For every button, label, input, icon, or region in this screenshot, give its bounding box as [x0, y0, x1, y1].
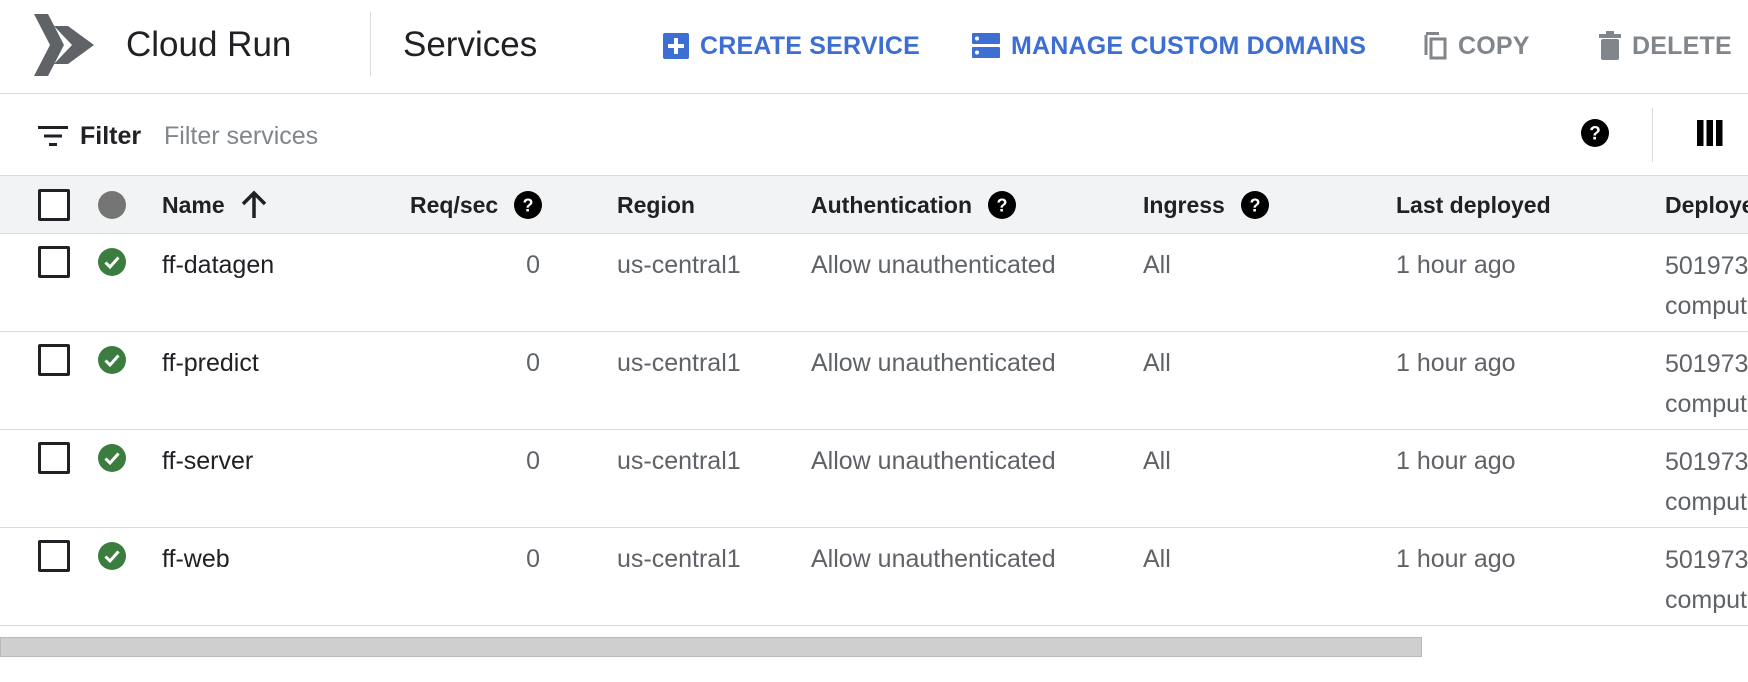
- help-icon[interactable]: ?: [514, 191, 543, 219]
- horizontal-scrollbar[interactable]: [0, 637, 1422, 657]
- status-ok-icon: [98, 444, 126, 472]
- svg-text:?: ?: [523, 196, 534, 216]
- create-service-button[interactable]: CREATE SERVICE: [662, 24, 920, 68]
- manage-custom-domains-label: MANAGE CUSTOM DOMAINS: [1011, 31, 1367, 60]
- status-header-icon: [98, 191, 126, 219]
- column-deployed-by-label: Deploye: [1665, 191, 1748, 218]
- deployed-by-line1: 501973: [1665, 252, 1748, 280]
- delete-label: DELETE: [1632, 31, 1732, 60]
- status-ok-icon: [98, 542, 126, 570]
- status-ok-icon: [98, 248, 126, 276]
- authentication-value: Allow unauthenticated: [811, 251, 1056, 279]
- deployed-by-value: 501973 comput: [1665, 246, 1748, 326]
- help-icon[interactable]: ?: [988, 191, 1016, 219]
- column-header-authentication[interactable]: Authentication ?: [811, 176, 1016, 234]
- header-divider: [370, 12, 371, 76]
- deployed-by-value: 501973 comput: [1665, 540, 1748, 620]
- table-row[interactable]: ff-datagen 0 us-central1 Allow unauthent…: [0, 234, 1748, 332]
- row-checkbox[interactable]: [38, 442, 70, 474]
- sort-ascending-icon[interactable]: [241, 190, 267, 220]
- req-sec-value: 0: [526, 349, 540, 377]
- req-sec-value: 0: [526, 251, 540, 279]
- column-display-icon[interactable]: [1697, 120, 1723, 146]
- deployed-by-value: 501973 comput: [1665, 344, 1748, 424]
- status-ok-icon: [98, 346, 126, 374]
- deployed-by-line1: 501973: [1665, 448, 1748, 476]
- region-value: us-central1: [617, 545, 741, 573]
- region-value: us-central1: [617, 447, 741, 475]
- select-all-checkbox[interactable]: [38, 189, 70, 221]
- column-ingress-label: Ingress: [1143, 191, 1225, 218]
- manage-custom-domains-button[interactable]: MANAGE CUSTOM DOMAINS: [971, 24, 1366, 68]
- product-name: Cloud Run: [126, 25, 292, 64]
- deployed-by-line2: comput: [1665, 292, 1747, 320]
- region-value: us-central1: [617, 349, 741, 377]
- deployed-by-line2: comput: [1665, 586, 1747, 614]
- service-name-link[interactable]: ff-server: [162, 444, 253, 478]
- row-checkbox[interactable]: [38, 344, 70, 376]
- svg-text:?: ?: [1249, 196, 1260, 216]
- delete-button[interactable]: DELETE: [1598, 24, 1732, 68]
- deployed-by-value: 501973 comput: [1665, 442, 1748, 522]
- table-row[interactable]: ff-web 0 us-central1 Allow unauthenticat…: [0, 528, 1748, 626]
- column-last-deployed-label: Last deployed: [1396, 191, 1551, 218]
- row-checkbox[interactable]: [38, 246, 70, 278]
- domain-list-icon: [972, 33, 1000, 58]
- service-name-link[interactable]: ff-datagen: [162, 248, 274, 282]
- column-header-ingress[interactable]: Ingress ?: [1143, 176, 1269, 234]
- row-checkbox[interactable]: [38, 540, 70, 572]
- deployed-by-line2: comput: [1665, 390, 1747, 418]
- ingress-value: All: [1143, 349, 1171, 377]
- deployed-by-line2: comput: [1665, 488, 1747, 516]
- filter-input[interactable]: [164, 114, 1514, 158]
- page-title: Services: [403, 25, 538, 64]
- ingress-value: All: [1143, 251, 1171, 279]
- filter-label: Filter: [80, 121, 142, 150]
- last-deployed-value: 1 hour ago: [1396, 349, 1516, 377]
- column-header-req-sec[interactable]: Req/sec ?: [410, 176, 543, 234]
- column-header-last-deployed[interactable]: Last deployed: [1396, 176, 1551, 234]
- column-header-region[interactable]: Region: [617, 176, 695, 234]
- last-deployed-value: 1 hour ago: [1396, 251, 1516, 279]
- create-service-label: CREATE SERVICE: [700, 31, 920, 60]
- ingress-value: All: [1143, 545, 1171, 573]
- service-name-link[interactable]: ff-predict: [162, 346, 259, 380]
- column-req-sec-label: Req/sec: [410, 191, 499, 218]
- column-authentication-label: Authentication: [811, 191, 972, 218]
- column-header-name[interactable]: Name: [162, 176, 267, 234]
- top-header: Cloud Run Services CREATE SERVICE MANAGE…: [0, 0, 1748, 94]
- authentication-value: Allow unauthenticated: [811, 349, 1056, 377]
- cloud-run-logo: [34, 14, 94, 76]
- authentication-value: Allow unauthenticated: [811, 447, 1056, 475]
- copy-button[interactable]: COPY: [1422, 24, 1530, 68]
- req-sec-value: 0: [526, 545, 540, 573]
- copy-label: COPY: [1458, 31, 1530, 60]
- last-deployed-value: 1 hour ago: [1396, 447, 1516, 475]
- deployed-by-line1: 501973: [1665, 546, 1748, 574]
- column-header-deployed-by[interactable]: Deploye: [1665, 176, 1748, 234]
- region-value: us-central1: [617, 251, 741, 279]
- table-row[interactable]: ff-server 0 us-central1 Allow unauthenti…: [0, 430, 1748, 528]
- toolbar-divider: [1652, 108, 1653, 162]
- service-name-link[interactable]: ff-web: [162, 542, 230, 576]
- svg-text:?: ?: [997, 196, 1008, 216]
- help-icon[interactable]: ?: [1580, 118, 1610, 148]
- column-region-label: Region: [617, 191, 695, 218]
- svg-text:?: ?: [1589, 124, 1601, 145]
- ingress-value: All: [1143, 447, 1171, 475]
- help-icon[interactable]: ?: [1240, 191, 1269, 219]
- trash-icon: [1599, 31, 1621, 60]
- copy-icon: [1424, 32, 1447, 60]
- table-row[interactable]: ff-predict 0 us-central1 Allow unauthent…: [0, 332, 1748, 430]
- add-box-icon: [663, 33, 689, 59]
- filter-list-icon: [38, 126, 68, 146]
- filter-bar: Filter ?: [0, 94, 1748, 176]
- filter-button[interactable]: Filter: [38, 116, 141, 156]
- authentication-value: Allow unauthenticated: [811, 545, 1056, 573]
- deployed-by-line1: 501973: [1665, 350, 1748, 378]
- last-deployed-value: 1 hour ago: [1396, 545, 1516, 573]
- req-sec-value: 0: [526, 447, 540, 475]
- column-name-label: Name: [162, 191, 225, 218]
- table-header: Name Req/sec ? Region Authentication ? I…: [0, 176, 1748, 234]
